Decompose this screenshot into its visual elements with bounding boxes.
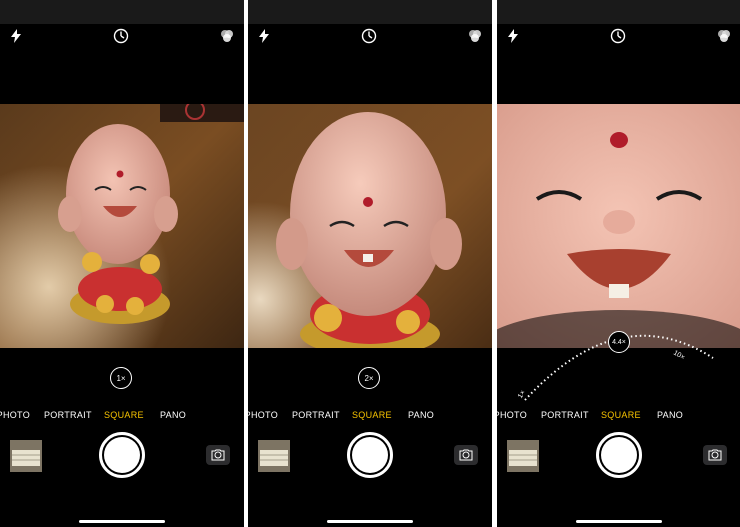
camera-screen-2x: 2× PHOTO PORTRAIT SQUARE PANO xyxy=(248,0,492,527)
flash-icon[interactable] xyxy=(9,27,23,45)
mode-pano[interactable]: PANO xyxy=(160,410,186,420)
live-photo-icon[interactable] xyxy=(218,27,236,45)
viewfinder xyxy=(248,104,492,348)
camera-screens-strip: 1× PHOTO PORTRAIT SQUARE PANO xyxy=(0,0,740,527)
flip-camera-icon[interactable] xyxy=(454,445,478,465)
status-bar xyxy=(248,0,492,24)
viewfinder xyxy=(0,104,244,348)
camera-screen-1x: 1× PHOTO PORTRAIT SQUARE PANO xyxy=(0,0,244,527)
zoom-dial-max-label: 10× xyxy=(672,349,686,362)
shutter-button[interactable] xyxy=(596,432,642,478)
status-bar xyxy=(0,0,244,24)
mode-square[interactable]: SQUARE xyxy=(601,410,641,420)
timer-icon[interactable] xyxy=(609,27,627,45)
mode-portrait[interactable]: PORTRAIT xyxy=(44,410,92,420)
shutter-button[interactable] xyxy=(347,432,393,478)
zoom-button[interactable]: 1× xyxy=(110,367,132,389)
flip-camera-icon[interactable] xyxy=(703,445,727,465)
timer-icon[interactable] xyxy=(360,27,378,45)
mode-portrait[interactable]: PORTRAIT xyxy=(292,410,340,420)
flash-icon[interactable] xyxy=(257,27,271,45)
timer-icon[interactable] xyxy=(112,27,130,45)
flip-camera-icon[interactable] xyxy=(206,445,230,465)
camera-screen-zoom-dial: 1× 10× 4.4× PHOTO PORTRAIT SQUARE PANO xyxy=(497,0,740,527)
mode-photo[interactable]: PHOTO xyxy=(497,410,527,420)
mode-photo[interactable]: PHOTO xyxy=(248,410,278,420)
live-photo-icon[interactable] xyxy=(715,27,733,45)
flash-icon[interactable] xyxy=(506,27,520,45)
viewfinder xyxy=(497,104,740,348)
mode-pano[interactable]: PANO xyxy=(657,410,683,420)
last-photo-thumbnail[interactable] xyxy=(258,440,290,472)
mode-selector: PHOTO PORTRAIT SQUARE PANO xyxy=(0,410,244,424)
mode-square[interactable]: SQUARE xyxy=(104,410,144,420)
mode-photo[interactable]: PHOTO xyxy=(0,410,30,420)
home-indicator[interactable] xyxy=(327,520,413,523)
zoom-button[interactable]: 2× xyxy=(358,367,380,389)
mode-selector: PHOTO PORTRAIT SQUARE PANO xyxy=(497,410,740,424)
last-photo-thumbnail[interactable] xyxy=(507,440,539,472)
zoom-dial-current[interactable]: 4.4× xyxy=(608,331,630,353)
mode-pano[interactable]: PANO xyxy=(408,410,434,420)
home-indicator[interactable] xyxy=(576,520,662,523)
last-photo-thumbnail[interactable] xyxy=(10,440,42,472)
mode-square[interactable]: SQUARE xyxy=(352,410,392,420)
live-photo-icon[interactable] xyxy=(466,27,484,45)
zoom-dial-min-label: 1× xyxy=(516,389,528,400)
shutter-button[interactable] xyxy=(99,432,145,478)
status-bar xyxy=(497,0,740,24)
home-indicator[interactable] xyxy=(79,520,165,523)
mode-portrait[interactable]: PORTRAIT xyxy=(541,410,589,420)
mode-selector: PHOTO PORTRAIT SQUARE PANO xyxy=(248,410,492,424)
